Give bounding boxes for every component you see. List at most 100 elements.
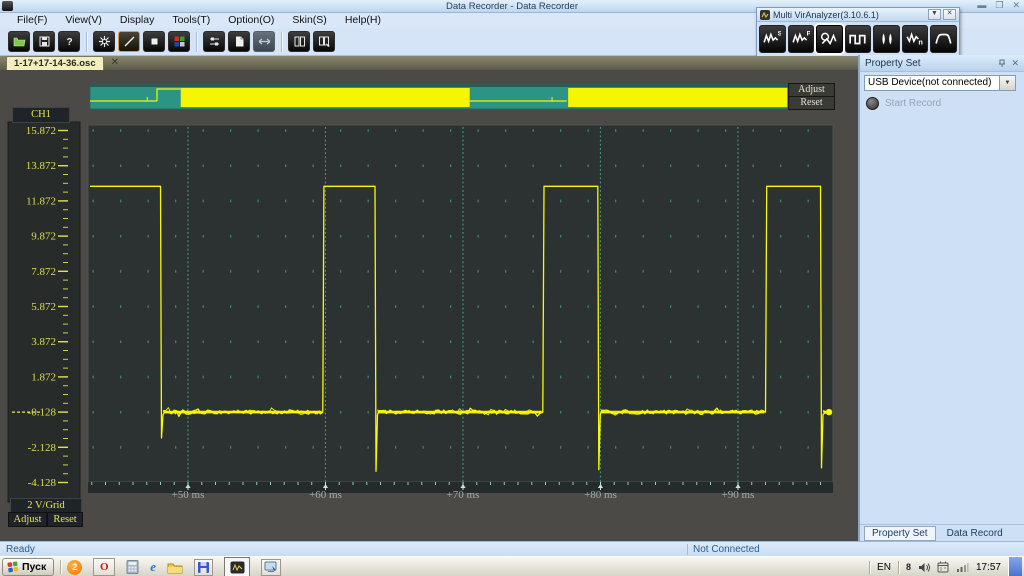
calculator-icon[interactable] [126, 560, 139, 574]
wave-n-button[interactable]: n [901, 25, 929, 53]
x-axis-label: +60 ms [309, 489, 342, 501]
windows-logo-icon [7, 561, 19, 573]
square-wave-button[interactable] [844, 25, 872, 53]
menu-item-file[interactable]: File(F) [8, 13, 56, 28]
new-page-button[interactable] [228, 31, 250, 52]
analyzer-close-button[interactable]: ✕ [943, 9, 956, 20]
smooth-pulse-button[interactable] [930, 25, 958, 53]
wave-p-button[interactable]: P [787, 25, 815, 53]
stop-button[interactable] [143, 31, 165, 52]
open-folder-button[interactable] [8, 31, 30, 52]
help-button[interactable]: ? [58, 31, 80, 52]
pin-icon[interactable] [998, 59, 1006, 68]
tab-data-record[interactable]: Data Record [940, 527, 1010, 540]
overview-reset-button[interactable]: Reset [788, 96, 835, 110]
analyzer-title: Multi VirAnalyzer(3.10.6.1) [773, 9, 879, 20]
property-panel: Property Set ✕ USB Device(not connected)… [858, 55, 1024, 541]
dual-wave-icon [881, 33, 892, 45]
stop-square-icon [151, 38, 157, 45]
show-desktop-button[interactable] [1008, 557, 1022, 576]
network-icon[interactable] [956, 562, 969, 572]
volume-icon[interactable] [918, 562, 930, 573]
y-axis-label: 3.872 [31, 336, 56, 348]
scale-adjust-button[interactable]: Adjust [8, 512, 47, 527]
tab-close-icon[interactable]: ✕ [111, 56, 119, 70]
column-settings-button[interactable] [313, 31, 335, 52]
tray-app-icon[interactable]: 8 [906, 562, 911, 572]
opera-icon[interactable]: O [93, 558, 116, 576]
svg-text:S: S [778, 31, 781, 38]
scale-reset-button[interactable]: Reset [47, 512, 83, 527]
quick-launch: 2 O e [67, 557, 282, 576]
y-axis-label: 5.872 [31, 301, 56, 313]
system-tray: EN 8 17:57 [869, 557, 1024, 576]
status-ready: Ready [6, 544, 35, 555]
statusbar: Ready Not Connected [0, 541, 1024, 557]
editor-icon[interactable] [261, 558, 282, 576]
folder-icon[interactable] [167, 561, 183, 574]
panel-close-icon[interactable]: ✕ [1011, 58, 1019, 69]
wave-s-button[interactable]: S [759, 25, 786, 53]
y-axis-label: 15.872 [26, 125, 56, 137]
tab-property-set[interactable]: Property Set [864, 525, 936, 541]
menu-item-skin[interactable]: Skin(S) [283, 13, 335, 28]
analyzer-menu-button[interactable]: ▼ [928, 9, 941, 20]
record-icon [866, 97, 879, 110]
x-axis-label: +50 ms [172, 489, 205, 501]
dual-wave-button[interactable] [873, 25, 900, 53]
x-axis-label: +90 ms [722, 489, 755, 501]
menu-item-tools[interactable]: Tools(T) [163, 13, 219, 28]
square-wave-icon [849, 34, 866, 45]
y-axis-label: -4.128 [28, 477, 57, 489]
analyzer-window: Multi VirAnalyzer(3.10.6.1) ▼ ✕ S P n [756, 7, 960, 57]
y-axis-label: -2.128 [28, 442, 57, 454]
data-recorder-taskbar-icon[interactable] [224, 557, 251, 576]
taskbar-clock[interactable]: 17:57 [976, 562, 1001, 573]
chevron-down-icon[interactable]: ▼ [999, 76, 1015, 90]
taskbar: Пуск 2 O e EN 8 17:57 [0, 556, 1024, 576]
tabbar: 1-17+17-14-36.osc ✕ [0, 56, 858, 70]
qip-icon[interactable]: 2 [67, 559, 83, 575]
language-indicator[interactable]: EN [877, 562, 891, 573]
start-record-button[interactable]: Start Record [866, 97, 941, 110]
y-axis-label: -0.128 [28, 407, 57, 419]
analyzer-titlebar[interactable]: Multi VirAnalyzer(3.10.6.1) ▼ ✕ [757, 8, 959, 22]
settings-burst-icon [98, 36, 110, 47]
wave-record-button[interactable] [816, 25, 843, 53]
start-button-label: Пуск [22, 561, 47, 573]
save-button[interactable] [33, 31, 55, 52]
draw-line-button[interactable] [118, 31, 140, 52]
analyzer-toolbar: S P n [757, 22, 959, 56]
resize-arrows-button[interactable] [253, 31, 275, 52]
device-select[interactable]: USB Device(not connected) ▼ [864, 75, 1016, 91]
color-palette-button[interactable] [168, 31, 190, 52]
split-columns-button[interactable] [288, 31, 310, 52]
device-select-value: USB Device(not connected) [868, 77, 992, 88]
y-axis-label: 7.872 [31, 266, 56, 278]
menu-item-help[interactable]: Help(H) [336, 13, 390, 28]
minimize-button[interactable]: ▬ [977, 0, 986, 11]
restore-button[interactable]: ❐ [995, 0, 1003, 11]
mixer-button[interactable] [203, 31, 225, 52]
resize-arrows-icon [258, 38, 270, 45]
save-file-icon[interactable] [194, 558, 214, 576]
start-button[interactable]: Пуск [2, 558, 55, 576]
draw-line-icon [124, 36, 134, 47]
y-axis-label: 13.872 [26, 160, 56, 172]
internet-explorer-icon[interactable]: e [150, 559, 156, 575]
record-overview [89, 84, 789, 110]
menu-item-option[interactable]: Option(O) [219, 13, 283, 28]
oscilloscope-plot[interactable]: +50 ms +60 ms +70 ms +80 ms +90 ms 15.872 13.8… [0, 70, 858, 541]
channel-label: CH1 [12, 107, 70, 123]
overview-adjust-button[interactable]: Adjust [788, 83, 835, 97]
document-tab-label: 1-17+17-14-36.osc [14, 58, 96, 69]
close-button[interactable]: ✕ [1012, 0, 1020, 11]
wave-n-icon: n [906, 32, 923, 47]
menu-item-view[interactable]: View(V) [56, 13, 111, 28]
wave-record-icon [821, 32, 837, 46]
scheduler-icon[interactable] [937, 561, 949, 573]
start-record-label: Start Record [885, 98, 942, 109]
settings-button[interactable] [93, 31, 115, 52]
menu-item-display[interactable]: Display [111, 13, 163, 28]
document-tab[interactable]: 1-17+17-14-36.osc [6, 56, 104, 70]
